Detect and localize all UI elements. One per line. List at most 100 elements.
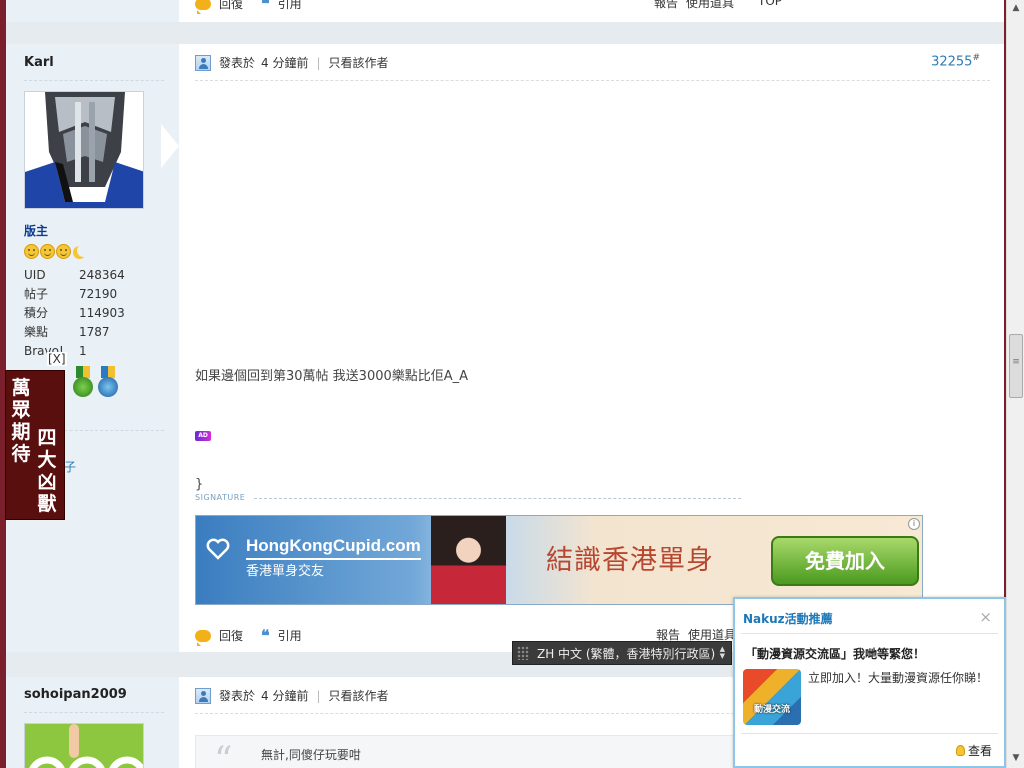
banner-brand: HongKongCupid.com (246, 536, 421, 555)
post-sidebar: sohoipan2009 (6, 677, 179, 768)
float-ad-close-button[interactable]: [X] (47, 352, 67, 366)
banner-brand-sub: 香港單身交友 (246, 564, 325, 579)
post-actions: 回復 ❝ 引用 (195, 626, 302, 646)
promo-thumbnail-label: 動漫交流 (753, 705, 790, 715)
reply-icon (195, 629, 211, 646)
reply-icon (195, 0, 211, 14)
post-meta: 發表於 4 分鐘前 | 只看該作者 (195, 687, 389, 704)
meta-divider (195, 80, 990, 81)
stat-row: 積分 114903 (24, 304, 164, 323)
left-float-ad[interactable]: 萬眾期待 四大凶獸 (5, 370, 65, 520)
report-link[interactable]: 報告 (654, 0, 678, 11)
reply-link[interactable]: 回復 (219, 627, 243, 644)
quote-mark-icon: “ (214, 740, 233, 768)
meta-separator: | (316, 55, 321, 70)
sidebar-notch (161, 124, 179, 168)
moon-icon (72, 244, 87, 259)
popup-view-link[interactable]: 查看 (955, 742, 992, 759)
heart-icon (206, 538, 230, 560)
medal-icon[interactable] (72, 366, 94, 400)
popup-divider (741, 733, 998, 734)
stat-row: Bravo! 1 (24, 342, 164, 361)
float-ad-text-1: 萬眾期待 (11, 377, 31, 465)
previous-post-right-actions: 報告 使用道具 TOP (654, 0, 782, 11)
vertical-scrollbar[interactable]: ▲ ≡ ▼ (1006, 0, 1024, 768)
post-meta: 發表於 4 分鐘前 | 只看該作者 (195, 54, 389, 71)
stat-key: UID (24, 268, 46, 282)
quote-block: “ 無計,同傻仔玩要咁 (195, 735, 755, 768)
quote-icon: ❝ (261, 626, 270, 645)
bulb-icon (955, 745, 965, 756)
quote-link[interactable]: 引用 (278, 0, 302, 12)
popup-headline[interactable]: 「動漫資源交流區」我哋等緊您！ (745, 645, 925, 662)
grip-icon[interactable] (517, 646, 529, 660)
stat-value: 1 (79, 344, 87, 358)
stat-key: 樂點 (24, 325, 49, 339)
banner-join-button[interactable]: 免費加入 (771, 536, 919, 586)
scroll-thumb[interactable]: ≡ (1009, 334, 1023, 398)
scroll-down-icon[interactable]: ▼ (1010, 752, 1022, 764)
stat-value: 248364 (79, 268, 125, 282)
top-link[interactable]: TOP (758, 0, 782, 11)
stat-row: 樂點 1787 (24, 323, 164, 342)
signature-label: SIGNATURE (195, 493, 246, 502)
banner-tagline: 結識香港單身 (546, 545, 714, 576)
hongkongcupid-banner[interactable]: HongKongCupid.com 香港單身交友 結識香港單身 免費加入 i (195, 515, 923, 605)
stat-row: UID 248364 (24, 266, 164, 285)
posted-label: 發表於 (219, 689, 256, 703)
previous-post-content: 回復 ❝ 引用 報告 使用道具 TOP (179, 0, 1006, 22)
post-author-name[interactable]: Karl (24, 55, 54, 70)
language-label: ZH 中文 (繁體，香港特別行政區) (537, 646, 716, 661)
smile-icon (24, 244, 39, 259)
signature-divider (254, 498, 741, 499)
user-extra-link[interactable]: 子 (64, 458, 76, 475)
medal-icon[interactable] (97, 366, 119, 400)
medals (72, 366, 119, 400)
post-content: 發表於 4 分鐘前 | 只看該作者 32255# 如果邊個回到第30萬帖 我送3… (179, 44, 1006, 652)
avatar[interactable] (24, 91, 144, 209)
user-icon (195, 54, 211, 71)
stat-key: 帖子 (24, 287, 49, 301)
float-ad-text-2: 四大凶獸 (37, 427, 57, 515)
close-icon[interactable]: × (979, 608, 992, 626)
banner-photo (431, 516, 506, 604)
brace-text: } (195, 477, 204, 492)
info-icon[interactable]: i (908, 518, 920, 530)
popup-divider (741, 633, 998, 634)
tools-link[interactable]: 使用道具 (686, 0, 734, 11)
post-author-name[interactable]: sohoipan2009 (24, 687, 127, 702)
stat-key: 積分 (24, 306, 49, 320)
language-bar[interactable]: ZH 中文 (繁體，香港特別行政區) ▲ ▼ (512, 641, 732, 665)
scroll-up-icon[interactable]: ▲ (1010, 2, 1022, 14)
user-stats: UID 248364 帖子 72190 積分 114903 樂點 1787 Bravo!… (24, 266, 164, 361)
only-author-link[interactable]: 只看該作者 (329, 54, 389, 71)
previous-post-actions: 回復 ❝ 引用 (195, 0, 302, 14)
stat-value: 72190 (79, 287, 118, 301)
posted-time: 4 分鐘前 (261, 689, 309, 703)
stat-value: 114903 (79, 306, 125, 320)
floor-number[interactable]: 32255# (931, 53, 980, 69)
user-divider (24, 712, 164, 713)
floor-mark: # (972, 53, 980, 63)
posted-time: 4 分鐘前 (261, 56, 309, 70)
user-role[interactable]: 版主 (24, 222, 48, 239)
popup-description: 立即加入！大量動漫資源任你睇！ (808, 671, 989, 685)
quote-text: 無計,同傻仔玩要咁 (261, 748, 361, 762)
language-options-icon[interactable]: ▲ ▼ (720, 646, 725, 660)
rank-icons (24, 244, 87, 260)
avatar[interactable] (24, 723, 144, 768)
ad-badge[interactable]: AD (195, 431, 211, 441)
nakuz-promo-popup: Nakuz活動推薦 × 「動漫資源交流區」我哋等緊您！ 動漫交流 立即加入！大量… (733, 597, 1006, 768)
meta-separator: | (316, 688, 321, 703)
stat-value: 1787 (79, 325, 110, 339)
posted-label: 發表於 (219, 56, 256, 70)
previous-post-sidebar (6, 0, 179, 22)
only-author-link[interactable]: 只看該作者 (329, 687, 389, 704)
reply-link[interactable]: 回復 (219, 0, 243, 12)
popup-view-label: 查看 (967, 744, 992, 758)
user-divider (24, 80, 164, 81)
post-karl: Karl 版主 UID 248364 帖子 72190 積分 114903 樂點… (6, 44, 1006, 652)
quote-link[interactable]: 引用 (278, 627, 302, 644)
promo-thumbnail[interactable] (743, 669, 801, 725)
post-sidebar: Karl 版主 UID 248364 帖子 72190 積分 114903 樂點… (6, 44, 179, 652)
